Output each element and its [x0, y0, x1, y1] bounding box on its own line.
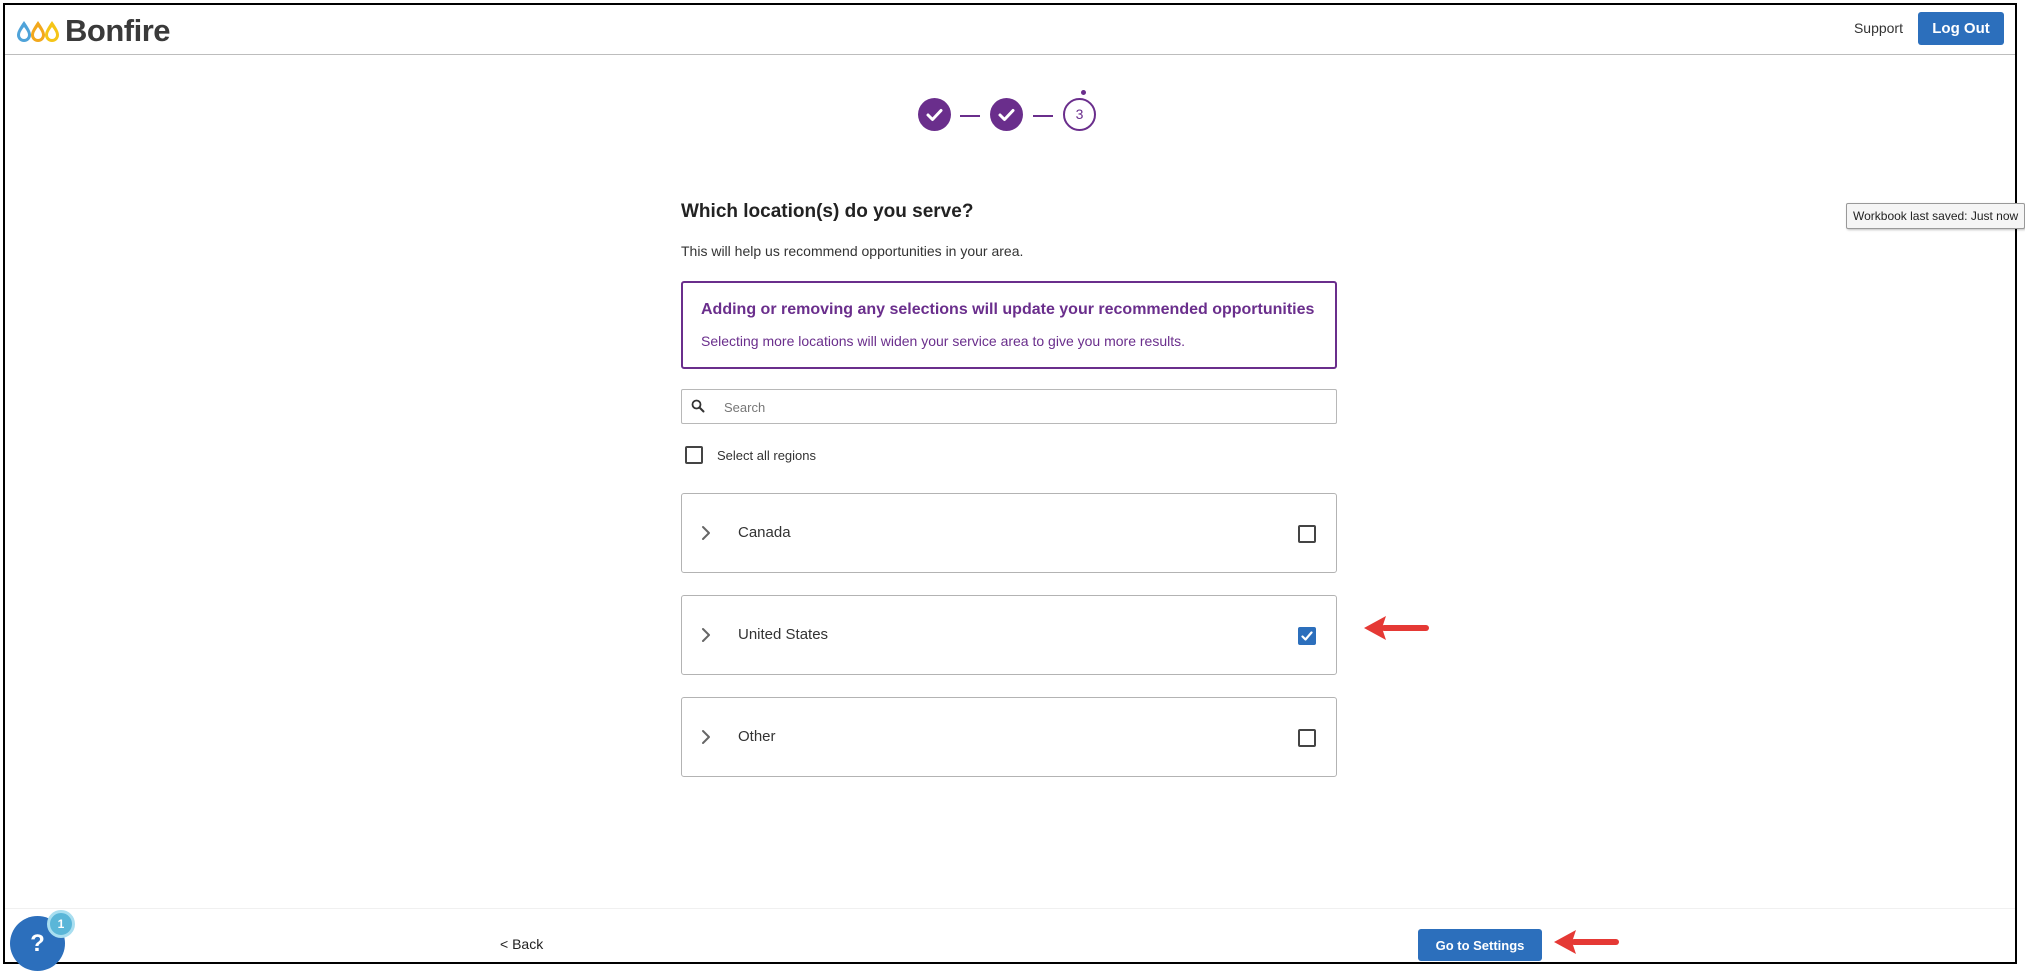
region-checkbox-canada[interactable]	[1298, 525, 1316, 543]
select-all-checkbox[interactable]	[685, 446, 703, 464]
chevron-right-icon[interactable]	[700, 728, 712, 746]
checkmark-icon	[1301, 631, 1313, 641]
region-checkbox-other[interactable]	[1298, 729, 1316, 747]
notification-badge: 1	[47, 910, 75, 938]
select-all-label: Select all regions	[717, 447, 816, 463]
search-input[interactable]	[722, 391, 1326, 424]
autosave-tooltip: Workbook last saved: Just now	[1846, 203, 2025, 229]
check-icon	[998, 109, 1015, 121]
select-all-regions[interactable]: Select all regions	[685, 445, 816, 465]
annotation-arrow-icon	[1554, 930, 1619, 954]
region-card-other[interactable]: Other	[681, 697, 1337, 777]
progress-stepper: 3	[918, 90, 1108, 142]
chevron-right-icon[interactable]	[700, 626, 712, 644]
top-header: Bonfire Support Log Out	[5, 5, 2015, 55]
info-notice: Adding or removing any selections will u…	[681, 281, 1337, 369]
search-field[interactable]	[681, 389, 1337, 424]
region-label: Canada	[738, 524, 791, 541]
region-label: Other	[738, 728, 776, 745]
region-checkbox-united-states[interactable]	[1298, 627, 1316, 645]
support-link[interactable]: Support	[1854, 20, 1903, 36]
page-subtitle: This will help us recommend opportunitie…	[681, 243, 1024, 259]
logout-button[interactable]: Log Out	[1918, 12, 2004, 45]
flame-drops-icon	[17, 21, 59, 42]
notice-text: Selecting more locations will widen your…	[701, 333, 1185, 349]
brand-name: Bonfire	[65, 13, 171, 48]
step-2-complete	[990, 98, 1023, 131]
step-connector	[1033, 115, 1053, 117]
step-connector	[960, 115, 980, 117]
search-icon	[691, 399, 705, 413]
page-title: Which location(s) do you serve?	[681, 201, 974, 222]
region-card-canada[interactable]: Canada	[681, 493, 1337, 573]
step-1-complete	[918, 98, 951, 131]
region-card-united-states[interactable]: United States	[681, 595, 1337, 675]
footer-divider	[5, 908, 2015, 909]
app-window: Bonfire Support Log Out 3 Which location…	[3, 3, 2025, 971]
notice-title: Adding or removing any selections will u…	[701, 301, 1315, 318]
chevron-right-icon[interactable]	[700, 524, 712, 542]
bonfire-logo[interactable]: Bonfire	[16, 13, 171, 49]
region-label: United States	[738, 626, 829, 643]
annotation-arrow-icon	[1364, 616, 1429, 640]
step-3-current: 3	[1063, 98, 1096, 131]
current-step-dot	[1081, 90, 1086, 95]
check-icon	[926, 109, 943, 121]
go-to-settings-button[interactable]: Go to Settings	[1418, 929, 1542, 961]
back-link[interactable]: < Back	[500, 936, 543, 952]
